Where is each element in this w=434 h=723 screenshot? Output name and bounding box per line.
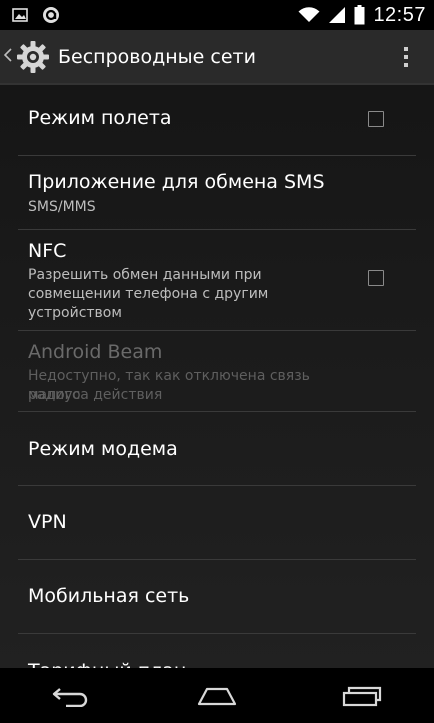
back-chevron-icon[interactable] <box>3 46 14 67</box>
nav-home-button[interactable] <box>172 668 262 723</box>
setting-title: NFC <box>28 240 67 262</box>
setting-summary-line: устройством <box>28 305 122 321</box>
setting-summary-line: радиуса действия <box>28 387 163 403</box>
back-icon <box>53 687 88 707</box>
setting-title: VPN <box>28 511 67 533</box>
status-bar: 12:57 <box>0 0 434 30</box>
image-icon <box>12 8 28 22</box>
recent-apps-icon <box>342 686 381 706</box>
setting-tethering[interactable]: Режим модема <box>0 412 434 485</box>
page-title: Беспроводные сети <box>58 45 256 68</box>
setting-title: Режим полета <box>28 107 172 129</box>
setting-airplane-mode[interactable]: Режим полета <box>0 85 434 155</box>
app-notification-icon <box>43 7 59 23</box>
nav-back-button[interactable] <box>27 668 117 723</box>
battery-icon <box>354 5 365 25</box>
nfc-checkbox[interactable] <box>368 270 384 286</box>
home-icon <box>197 687 237 705</box>
signal-icon <box>329 7 346 23</box>
setting-summary: SMS/MMS <box>28 199 96 215</box>
settings-list: Режим полета Приложение для обмена SMS S… <box>0 85 434 668</box>
setting-tariff-plan[interactable]: Тарифный план <box>0 634 434 668</box>
settings-screen: 12:57 Беспроводные сети Режим полета При… <box>0 0 434 723</box>
nav-recents-button[interactable] <box>317 668 407 723</box>
setting-title: Мобильная сеть <box>28 585 190 607</box>
setting-summary-line: совмещении телефона с другим <box>28 286 269 302</box>
setting-sms-app[interactable]: Приложение для обмена SMS SMS/MMS <box>0 156 434 229</box>
setting-title: Приложение для обмена SMS <box>28 171 325 193</box>
setting-nfc[interactable]: NFC Разрешить обмен данными при совмещен… <box>0 230 434 330</box>
settings-gear-icon[interactable] <box>16 40 50 74</box>
setting-title: Режим модема <box>28 438 178 460</box>
setting-vpn[interactable]: VPN <box>0 486 434 559</box>
setting-mobile-network[interactable]: Мобильная сеть <box>0 560 434 633</box>
navigation-bar <box>0 668 434 723</box>
airplane-mode-checkbox[interactable] <box>368 111 384 127</box>
setting-summary-line: Разрешить обмен данными при <box>28 267 262 283</box>
wifi-icon <box>298 7 320 22</box>
action-bar: Беспроводные сети <box>0 30 434 85</box>
overflow-menu-icon[interactable] <box>402 46 410 67</box>
setting-title: Тарифный план <box>28 660 186 668</box>
setting-android-beam: Android Beam Недоступно, так как отключе… <box>0 331 434 411</box>
setting-title: Android Beam <box>28 341 163 363</box>
clock: 12:57 <box>373 3 426 26</box>
